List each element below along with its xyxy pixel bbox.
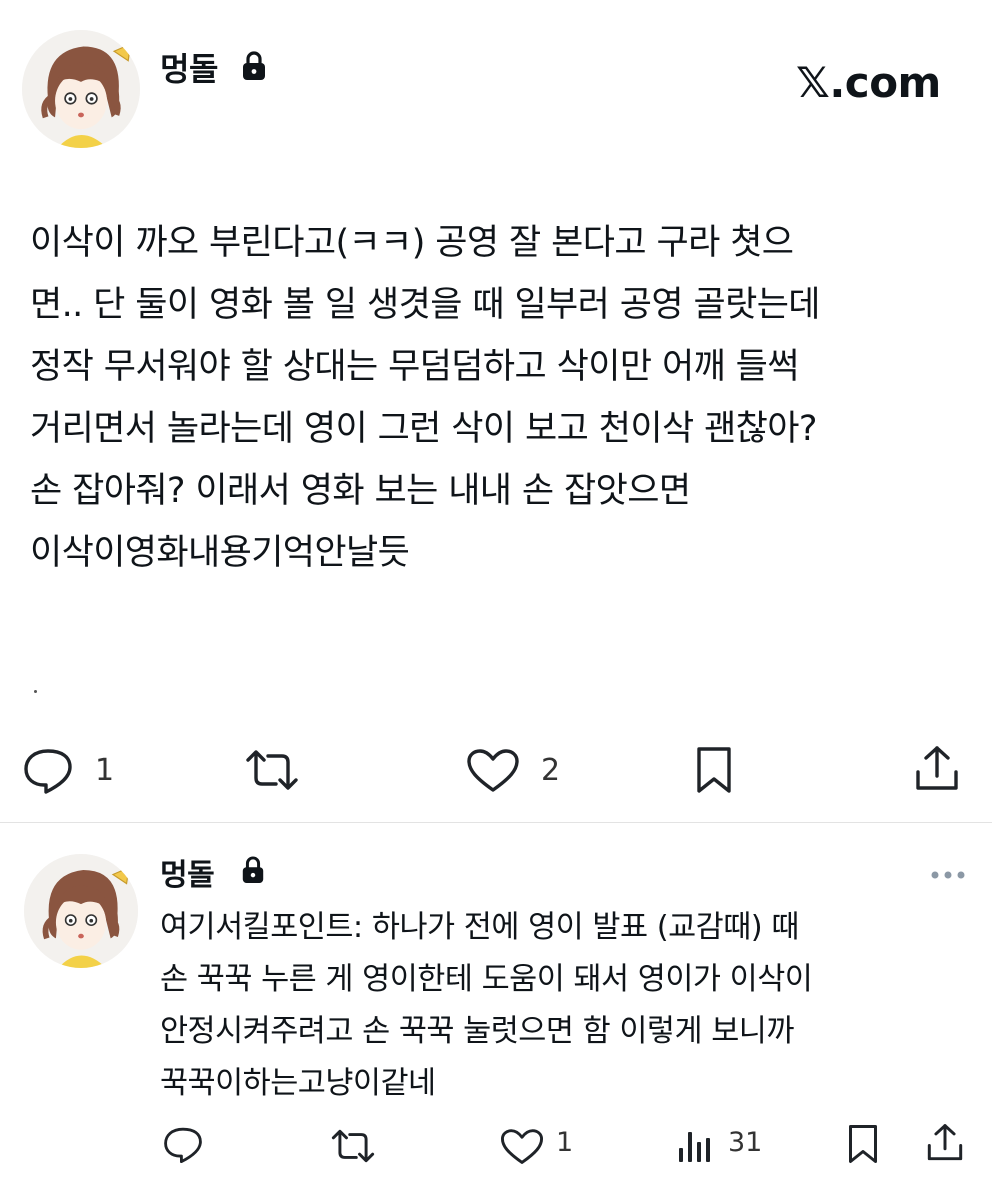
post-text-line: 면.. 단 둘이 영화 볼 일 생겻을 때 일부러 공영 골랏는데 bbox=[30, 285, 821, 325]
reply-button[interactable] bbox=[22, 747, 74, 795]
heart-icon bbox=[500, 1129, 544, 1164]
post-text-line: 거리면서 놀라는데 영이 그런 삭이 보고 천이삭 괜찮아? bbox=[30, 409, 817, 449]
reply-icon bbox=[24, 749, 72, 794]
bookmark-icon bbox=[697, 747, 731, 793]
avatar[interactable] bbox=[22, 30, 140, 148]
lock-icon bbox=[240, 50, 268, 82]
repost-button[interactable] bbox=[330, 1128, 376, 1164]
reply-icon bbox=[164, 1127, 202, 1164]
reply-text-line: 여기서킬포인트: 하나가 전에 영이 발표 (교감때) 때 bbox=[160, 910, 799, 945]
reply-text-line: 손 꾹꾹 누른 게 영이한테 도움이 돼서 영이가 이삭이 bbox=[160, 962, 813, 997]
author-name[interactable]: 멍돌 bbox=[160, 44, 218, 90]
avatar[interactable] bbox=[24, 854, 138, 968]
lock-icon bbox=[240, 855, 266, 885]
like-button[interactable] bbox=[500, 1128, 544, 1166]
views-button[interactable] bbox=[676, 1126, 714, 1164]
share-button[interactable] bbox=[926, 1122, 964, 1164]
share-icon bbox=[927, 1124, 963, 1161]
reply-text: 여기서킬포인트: 하나가 전에 영이 발표 (교감때) 때 손 꾹꾹 누른 게 … bbox=[160, 902, 980, 1110]
reply-text-line: 안정시켜주려고 손 꾹꾹 눌럿으면 함 이렇게 보니까 bbox=[160, 1014, 794, 1049]
author-name[interactable]: 멍돌 bbox=[160, 850, 215, 894]
repost-icon bbox=[246, 750, 298, 790]
like-count: 1 bbox=[556, 1127, 574, 1158]
reply-count: 1 bbox=[95, 753, 115, 788]
divider bbox=[0, 822, 992, 823]
repost-icon bbox=[331, 1129, 375, 1163]
more-icon bbox=[931, 871, 965, 879]
stray-dot bbox=[34, 690, 37, 693]
like-count: 2 bbox=[541, 753, 561, 788]
like-button[interactable] bbox=[466, 748, 520, 794]
views-icon bbox=[679, 1132, 710, 1162]
post-text-line: 이삭이 까오 부린다고(ㅋㅋ) 공영 잘 본다고 구라 쳣으 bbox=[30, 223, 794, 263]
bookmark-button[interactable] bbox=[846, 1124, 880, 1164]
bookmark-icon bbox=[849, 1125, 877, 1163]
post-text-line: 손 잡아줘? 이래서 영화 보는 내내 손 잡앗으면 bbox=[30, 471, 691, 511]
share-icon bbox=[916, 746, 958, 790]
reply-button[interactable] bbox=[162, 1126, 204, 1164]
post-text: 이삭이 까오 부린다고(ㅋㅋ) 공영 잘 본다고 구라 쳣으 면.. 단 둘이 … bbox=[30, 212, 970, 584]
bookmark-button[interactable] bbox=[694, 746, 734, 794]
heart-icon bbox=[467, 749, 519, 792]
reply-text-line: 꾹꾹이하는고냥이같네 bbox=[160, 1066, 436, 1101]
views-count: 31 bbox=[728, 1127, 763, 1158]
site-brand: 𝕏.com bbox=[796, 58, 941, 107]
post-text-line: 정작 무서워야 할 상대는 무덤덤하고 삭이만 어깨 들썩 bbox=[30, 347, 799, 387]
post-text-line: 이삭이영화내용기억안날듯 bbox=[30, 533, 410, 573]
more-button[interactable] bbox=[930, 865, 966, 879]
repost-button[interactable] bbox=[244, 748, 300, 792]
share-button[interactable] bbox=[914, 744, 960, 794]
